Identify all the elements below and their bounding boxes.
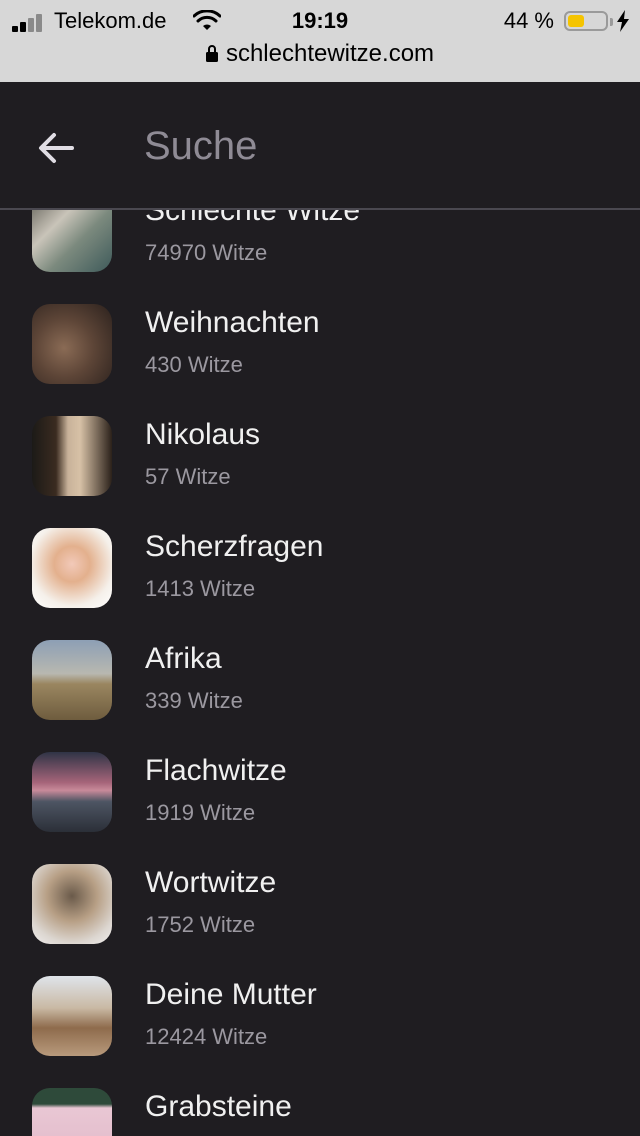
- category-count: 1413 Witze: [145, 576, 256, 601]
- category-count: 339 Witze: [145, 688, 243, 713]
- category-title: Weihnachten: [145, 306, 320, 339]
- status-bar: Telekom.de 19:19 44 % schlechtewitze.com: [0, 0, 640, 82]
- category-title: Grabsteine: [145, 1090, 292, 1123]
- list-item-weihnachten[interactable]: Weihnachten 430 Witze: [0, 288, 640, 400]
- category-count: 1752 Witze: [145, 912, 256, 937]
- battery-fill: [568, 15, 584, 27]
- list-item-deine-mutter[interactable]: Deine Mutter 12424 Witze: [0, 960, 640, 1072]
- category-list: Schlechte Witze 74970 Witze Weihnachten …: [0, 210, 640, 1136]
- category-thumbnail: [32, 210, 112, 272]
- app-bar: [0, 82, 640, 210]
- category-title: Nikolaus: [145, 418, 261, 451]
- search-input[interactable]: [144, 118, 604, 174]
- category-thumbnail: [32, 640, 112, 720]
- category-title: Afrika: [145, 642, 222, 675]
- back-button[interactable]: [28, 120, 84, 176]
- charging-icon: [617, 10, 629, 32]
- status-row: Telekom.de 19:19 44 %: [0, 6, 640, 36]
- category-thumbnail: [32, 976, 112, 1056]
- category-title: Scherzfragen: [145, 530, 324, 563]
- category-thumbnail: [32, 864, 112, 944]
- category-thumbnail: [32, 1088, 112, 1136]
- category-count: 57 Witze: [145, 464, 231, 489]
- category-count: 1919 Witze: [145, 800, 256, 825]
- arrow-left-icon: [39, 133, 74, 163]
- category-title: Schlechte Witze: [145, 210, 361, 227]
- category-thumbnail: [32, 752, 112, 832]
- category-title: Flachwitze: [145, 754, 287, 787]
- category-title: Wortwitze: [145, 866, 277, 899]
- battery-tip: [610, 18, 613, 26]
- battery-percent: 44 %: [503, 8, 554, 33]
- category-thumbnail: [32, 416, 112, 496]
- list-item-grabsteine[interactable]: Grabsteine: [0, 1072, 640, 1136]
- category-title: Deine Mutter: [145, 978, 317, 1011]
- list-item-schlechte-witze[interactable]: Schlechte Witze 74970 Witze: [0, 210, 640, 288]
- url-text: schlechtewitze.com: [225, 40, 435, 67]
- url-bar[interactable]: schlechtewitze.com: [0, 40, 640, 70]
- category-thumbnail: [32, 304, 112, 384]
- category-count: 430 Witze: [145, 352, 243, 377]
- category-count: 12424 Witze: [145, 1024, 268, 1049]
- list-item-flachwitze[interactable]: Flachwitze 1919 Witze: [0, 736, 640, 848]
- list-item-afrika[interactable]: Afrika 339 Witze: [0, 624, 640, 736]
- list-item-scherzfragen[interactable]: Scherzfragen 1413 Witze: [0, 512, 640, 624]
- lock-icon: [205, 45, 218, 62]
- battery-icon: [564, 11, 608, 31]
- list-item-wortwitze[interactable]: Wortwitze 1752 Witze: [0, 848, 640, 960]
- category-thumbnail: [32, 528, 112, 608]
- list-item-nikolaus[interactable]: Nikolaus 57 Witze: [0, 400, 640, 512]
- category-count: 74970 Witze: [145, 240, 268, 265]
